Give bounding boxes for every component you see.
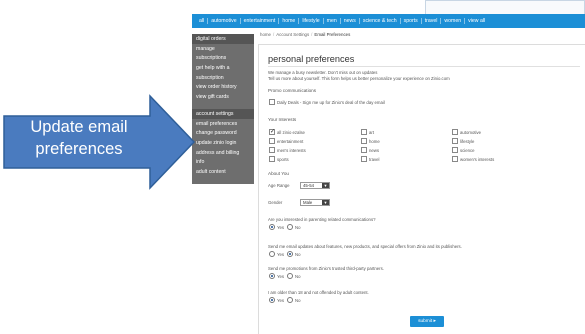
age-range-value: 45-54	[303, 183, 314, 188]
radio-no[interactable]	[287, 251, 293, 257]
nav-item[interactable]: women	[441, 18, 466, 24]
interest-checkbox[interactable]	[452, 138, 458, 144]
interest-label: home	[369, 139, 380, 144]
breadcrumb-current: Email Preferences	[314, 32, 351, 37]
radio-no[interactable]	[287, 273, 293, 279]
gender-value: Male	[303, 200, 313, 205]
sidebar-item[interactable]: subscription	[192, 73, 254, 83]
sidebar-item[interactable]: adult content	[192, 168, 254, 178]
interest-label: men's interests	[277, 148, 306, 153]
interest-checkbox[interactable]	[361, 147, 367, 153]
breadcrumb-account[interactable]: Account Settings	[276, 32, 309, 37]
account-sidebar: digital orders manage subscriptions get he…	[192, 34, 254, 184]
nav-item[interactable]: home	[279, 18, 300, 24]
radio-label-yes: Yes	[277, 252, 285, 257]
sidebar-item[interactable]: info	[192, 158, 254, 168]
sidebar-item[interactable]: address and billing	[192, 148, 254, 158]
annotation-line-2: preferences	[35, 140, 123, 158]
radio-yes[interactable]	[269, 251, 275, 257]
annotation-line-1: Update email	[30, 118, 128, 136]
nav-item[interactable]: entertainment	[241, 18, 280, 24]
question-text: I am older than 18 and not offended by a…	[268, 290, 369, 295]
interest-checkbox[interactable]	[452, 129, 458, 135]
title-divider	[268, 66, 580, 67]
radio-label-no: No	[295, 298, 301, 303]
radio-yes[interactable]	[269, 297, 275, 303]
radio-yes[interactable]	[269, 273, 275, 279]
interest-checkbox[interactable]	[452, 147, 458, 153]
interest-checkbox[interactable]	[269, 138, 275, 144]
chevron-down-icon: ▼	[322, 183, 329, 188]
interest-checkbox[interactable]	[361, 156, 367, 162]
interest-label: sports	[277, 157, 289, 162]
sidebar-item[interactable]: view gift cards	[192, 92, 254, 102]
sidebar-item[interactable]: view order history	[192, 83, 254, 93]
interest-label: art	[369, 130, 375, 135]
radio-label-yes: Yes	[277, 298, 285, 303]
daily-deals-label: Daily Deals - Sign me up for Zinio's dea…	[277, 100, 385, 105]
interest-checkbox[interactable]: ✓	[269, 129, 275, 135]
sidebar-item[interactable]: manage	[192, 44, 254, 54]
interest-label: travel	[369, 157, 380, 162]
radio-yes[interactable]	[269, 224, 275, 230]
interests-section-label: Your Interests	[268, 117, 297, 122]
annotation-text: Update email preferences	[18, 116, 140, 160]
breadcrumb: home / Account Settings / Email Preferences	[260, 32, 351, 37]
sidebar-item[interactable]: email preferences	[192, 119, 254, 129]
interest-label: entertainment	[277, 139, 304, 144]
interest-checkbox[interactable]	[269, 147, 275, 153]
interest-checkbox[interactable]	[361, 129, 367, 135]
question-text: Send me promotions from Zinio's trusted …	[268, 266, 384, 271]
interest-label: women's interests	[460, 157, 495, 162]
interest-checkbox[interactable]	[361, 138, 367, 144]
sidebar-group-digital-orders: digital orders	[192, 34, 254, 44]
interest-label: automotive	[460, 130, 482, 135]
interest-label: lifestyle	[460, 139, 475, 144]
nav-item[interactable]: view all	[465, 18, 488, 24]
nav-item[interactable]: sports	[401, 18, 422, 24]
top-tabs-area	[425, 0, 585, 14]
sidebar-item[interactable]: update zinio login	[192, 139, 254, 149]
nav-item[interactable]: automotive	[208, 18, 241, 24]
question-text: Send me email updates about features, ne…	[268, 244, 462, 249]
intro-line-2: Tell us more about yourself. This form h…	[268, 76, 450, 81]
sidebar-item[interactable]: get help with a	[192, 63, 254, 73]
nav-item[interactable]: all	[196, 18, 209, 24]
intro-line-1: We manage a busy newsletter. Don't miss …	[268, 70, 378, 75]
breadcrumb-home[interactable]: home	[260, 32, 271, 37]
radio-no[interactable]	[287, 224, 293, 230]
radio-no[interactable]	[287, 297, 293, 303]
interest-label: science	[460, 148, 475, 153]
nav-item[interactable]: men	[324, 18, 341, 24]
nav-item[interactable]: travel	[422, 18, 442, 24]
nav-item[interactable]: science & tech	[360, 18, 401, 24]
nav-item[interactable]: lifestyle	[299, 18, 324, 24]
age-range-label: Age Range	[268, 183, 290, 188]
radio-label-no: No	[295, 252, 301, 257]
radio-label-yes: Yes	[277, 274, 285, 279]
radio-label-yes: Yes	[277, 225, 285, 230]
chevron-down-icon: ▼	[322, 200, 329, 205]
daily-deals-checkbox[interactable]	[269, 99, 275, 105]
category-nav: all automotive entertainment home lifestyle m…	[192, 14, 585, 28]
nav-item[interactable]: news	[341, 18, 360, 24]
sidebar-item[interactable]: subscriptions	[192, 54, 254, 64]
gender-label: Gender	[268, 200, 283, 205]
interest-checkbox[interactable]	[452, 156, 458, 162]
promo-section-label: Promo communications	[268, 88, 316, 93]
interest-label: all zinio ezalse	[277, 130, 305, 135]
page-title: personal preferences	[268, 54, 355, 64]
interest-checkbox[interactable]	[269, 156, 275, 162]
radio-label-no: No	[295, 225, 301, 230]
about-section-label: About You	[268, 171, 289, 176]
age-range-select[interactable]: 45-54 ▼	[300, 182, 330, 189]
gender-select[interactable]: Male ▼	[300, 199, 330, 206]
sidebar-item[interactable]: change password	[192, 129, 254, 139]
question-text: Are you interested in parenting related …	[268, 217, 376, 222]
submit-button[interactable]: submit ▸	[410, 316, 444, 327]
sidebar-group-account-settings: account settings	[192, 109, 254, 120]
interest-label: news	[369, 148, 380, 153]
radio-label-no: No	[295, 274, 301, 279]
